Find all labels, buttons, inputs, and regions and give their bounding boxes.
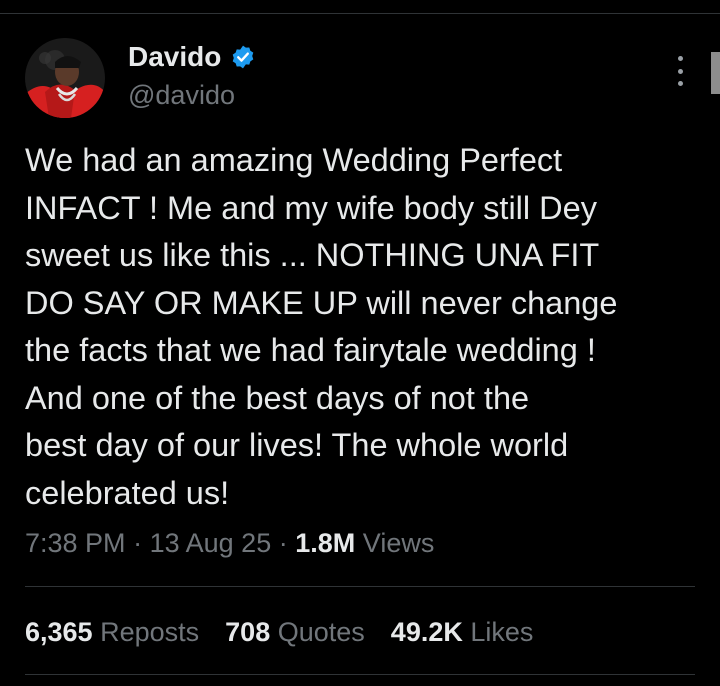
more-dot: [677, 56, 683, 61]
quotes-stat[interactable]: 708 Quotes: [225, 614, 365, 650]
tweet-text: We had an amazing Wedding Perfect INFACT…: [25, 142, 618, 511]
top-divider: [0, 13, 720, 14]
author-name-row[interactable]: Davido: [128, 40, 256, 74]
divider: [25, 674, 695, 675]
likes-label: Likes: [470, 617, 534, 647]
views-count[interactable]: 1.8M: [295, 528, 355, 558]
tweet-date[interactable]: 13 Aug 25: [150, 528, 272, 558]
reposts-count: 6,365: [25, 617, 93, 647]
meta-separator: ·: [133, 528, 143, 558]
tweet-time[interactable]: 7:38 PM: [25, 528, 126, 558]
verified-badge-icon[interactable]: [230, 44, 256, 70]
avatar-image: [25, 38, 105, 118]
meta-separator: ·: [278, 528, 288, 558]
views-label[interactable]: Views: [363, 528, 435, 558]
more-options-icon[interactable]: [670, 56, 690, 86]
likes-stat[interactable]: 49.2K Likes: [391, 614, 534, 650]
quotes-label: Quotes: [277, 617, 365, 647]
divider: [25, 586, 695, 587]
scrollbar-thumb[interactable]: [711, 52, 720, 94]
display-name[interactable]: Davido: [128, 40, 221, 74]
tweet-meta: 7:38 PM · 13 Aug 25 · 1.8M Views: [25, 525, 434, 561]
avatar[interactable]: [25, 38, 105, 118]
author-handle[interactable]: @davido: [128, 78, 235, 112]
more-dot: [677, 81, 683, 86]
engagement-stats: 6,365 Reposts 708 Quotes 49.2K Likes: [25, 614, 533, 650]
reposts-stat[interactable]: 6,365 Reposts: [25, 614, 199, 650]
quotes-count: 708: [225, 617, 271, 647]
more-dot: [677, 68, 683, 74]
likes-count: 49.2K: [390, 617, 463, 647]
reposts-label: Reposts: [100, 617, 200, 647]
